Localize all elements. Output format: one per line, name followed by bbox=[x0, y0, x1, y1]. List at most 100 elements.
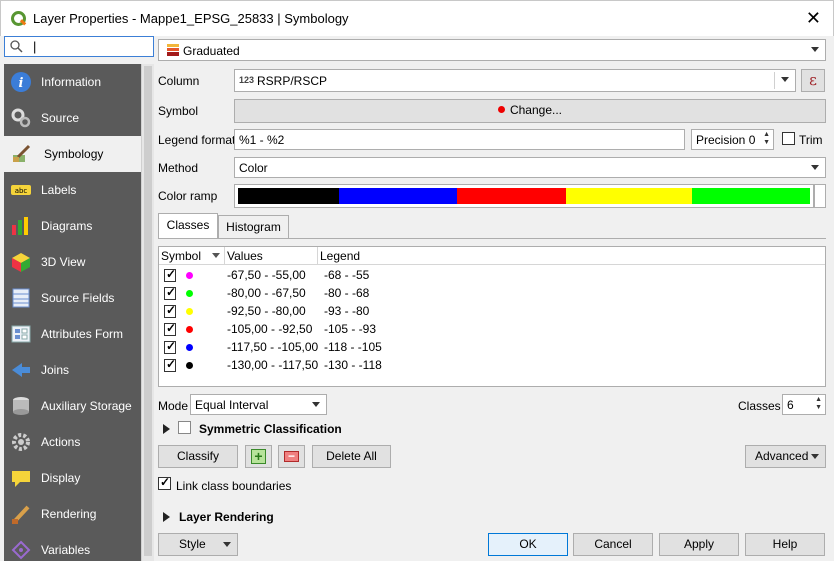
symmetric-classification-checkbox[interactable] bbox=[178, 421, 191, 434]
sidebar-scrollbar[interactable] bbox=[141, 64, 154, 561]
class-values[interactable]: -80,00 - -67,50 bbox=[227, 286, 306, 300]
title-bar: Layer Properties - Mappe1_EPSG_25833 | S… bbox=[0, 0, 834, 36]
column-select[interactable]: 123 RSRP/RSCP bbox=[234, 69, 796, 92]
sidebar-item-label: Variables bbox=[41, 543, 91, 557]
sidebar-item-symbology[interactable]: Symbology bbox=[4, 136, 141, 172]
search-input[interactable]: | bbox=[4, 36, 154, 57]
sidebar-item-labels[interactable]: abc Labels bbox=[4, 172, 141, 208]
class-values[interactable]: -67,50 - -55,00 bbox=[227, 268, 306, 282]
sidebar-item-variables[interactable]: Variables bbox=[4, 532, 141, 561]
class-visibility-checkbox[interactable] bbox=[164, 339, 176, 354]
sidebar-item-rendering[interactable]: Rendering bbox=[4, 496, 141, 532]
table-row[interactable]: -67,50 - -55,00 -68 - -55 bbox=[159, 266, 825, 284]
advanced-button[interactable]: Advanced bbox=[745, 445, 826, 468]
column-header-values[interactable]: Values bbox=[225, 247, 318, 265]
class-visibility-checkbox[interactable] bbox=[164, 267, 176, 282]
color-ramp-preview bbox=[238, 188, 810, 204]
source-icon bbox=[11, 108, 31, 128]
column-header-symbol[interactable]: Symbol bbox=[159, 247, 225, 265]
delete-all-button[interactable]: Delete All bbox=[312, 445, 391, 468]
column-label: Column bbox=[158, 74, 200, 88]
class-symbol-icon bbox=[186, 272, 193, 279]
classify-button[interactable]: Classify bbox=[158, 445, 238, 468]
sidebar-item-information[interactable]: i Information bbox=[4, 64, 141, 100]
link-class-boundaries-label: Link class boundaries bbox=[176, 479, 292, 493]
sidebar-item-actions[interactable]: Actions bbox=[4, 424, 141, 460]
class-legend[interactable]: -105 - -93 bbox=[324, 322, 376, 336]
color-ramp-dropdown-button[interactable] bbox=[814, 184, 826, 208]
joins-icon bbox=[12, 363, 30, 377]
class-legend[interactable]: -68 - -55 bbox=[324, 268, 369, 282]
spin-arrows-icon[interactable]: ▲ ▼ bbox=[815, 396, 822, 412]
layer-rendering-label: Layer Rendering bbox=[179, 510, 274, 524]
class-legend[interactable]: -80 - -68 bbox=[324, 286, 369, 300]
table-row[interactable]: -105,00 - -92,50 -105 - -93 bbox=[159, 320, 825, 338]
expand-arrow-icon[interactable] bbox=[163, 424, 170, 434]
remove-class-button[interactable]: − bbox=[278, 445, 305, 468]
table-row[interactable]: -130,00 - -117,50 -130 - -118 bbox=[159, 356, 825, 374]
tab-histogram[interactable]: Histogram bbox=[218, 215, 289, 238]
close-icon[interactable]: ✕ bbox=[806, 8, 821, 28]
column-header-label: Symbol bbox=[161, 249, 202, 263]
class-visibility-checkbox[interactable] bbox=[164, 357, 176, 372]
renderer-type-value: Graduated bbox=[183, 44, 240, 58]
chevron-down-icon bbox=[811, 47, 819, 52]
class-visibility-checkbox[interactable] bbox=[164, 303, 176, 318]
sidebar-item-label: Labels bbox=[41, 183, 77, 197]
symbol-preview-icon bbox=[497, 106, 505, 113]
ok-button[interactable]: OK bbox=[488, 533, 568, 556]
class-values[interactable]: -92,50 - -80,00 bbox=[227, 304, 306, 318]
column-header-legend[interactable]: Legend bbox=[318, 247, 825, 265]
method-label: Method bbox=[158, 161, 199, 175]
classes-count-spinbox[interactable]: 6 ▲ ▼ bbox=[782, 394, 826, 415]
expand-arrow-icon[interactable] bbox=[163, 512, 170, 522]
style-button[interactable]: Style bbox=[158, 533, 238, 556]
classes-table[interactable]: Symbol Values Legend -67,50 - -55,00 -68 … bbox=[158, 246, 826, 387]
classes-count-label: Classes bbox=[738, 399, 781, 413]
class-legend[interactable]: -118 - -105 bbox=[324, 340, 382, 354]
renderer-type-select[interactable]: Graduated bbox=[158, 39, 826, 61]
sidebar: i Information Source Symbology abc Label… bbox=[4, 64, 141, 561]
class-legend[interactable]: -130 - -118 bbox=[324, 358, 382, 372]
table-row[interactable]: -80,00 - -67,50 -80 - -68 bbox=[159, 284, 825, 302]
sidebar-scrollbar-thumb[interactable] bbox=[144, 66, 152, 556]
sidebar-item-3d-view[interactable]: 3D View bbox=[4, 244, 141, 280]
class-symbol-icon bbox=[186, 326, 193, 333]
combo-divider bbox=[774, 72, 775, 89]
apply-button[interactable]: Apply bbox=[659, 533, 739, 556]
mode-select[interactable]: Equal Interval bbox=[190, 394, 327, 415]
chevron-down-icon bbox=[811, 165, 819, 170]
add-class-button[interactable]: + bbox=[245, 445, 272, 468]
class-visibility-checkbox[interactable] bbox=[164, 321, 176, 336]
precision-spinbox[interactable]: Precision 0 ▲ ▼ bbox=[691, 129, 774, 150]
method-select[interactable]: Color bbox=[234, 157, 826, 178]
sidebar-item-display[interactable]: Display bbox=[4, 460, 141, 496]
class-visibility-checkbox[interactable] bbox=[164, 285, 176, 300]
spin-arrows-icon[interactable]: ▲ ▼ bbox=[763, 131, 770, 147]
sidebar-item-diagrams[interactable]: Diagrams bbox=[4, 208, 141, 244]
class-values[interactable]: -117,50 - -105,00 bbox=[227, 340, 318, 354]
tab-classes[interactable]: Classes bbox=[158, 213, 218, 238]
table-row[interactable]: -92,50 - -80,00 -93 - -80 bbox=[159, 302, 825, 320]
legend-format-input[interactable]: %1 - %2 bbox=[234, 129, 685, 150]
trim-checkbox[interactable] bbox=[782, 132, 795, 145]
table-row[interactable]: -117,50 - -105,00 -118 - -105 bbox=[159, 338, 825, 356]
add-class-icon: + bbox=[251, 449, 266, 464]
sidebar-item-source-fields[interactable]: Source Fields bbox=[4, 280, 141, 316]
change-symbol-button[interactable]: Change... bbox=[234, 99, 826, 123]
sidebar-item-joins[interactable]: Joins bbox=[4, 352, 141, 388]
mode-label: Mode bbox=[158, 399, 189, 413]
sidebar-item-attributes-form[interactable]: Attributes Form bbox=[4, 316, 141, 352]
class-values[interactable]: -105,00 - -92,50 bbox=[227, 322, 312, 336]
class-legend[interactable]: -93 - -80 bbox=[324, 304, 369, 318]
link-class-boundaries-checkbox[interactable] bbox=[158, 475, 171, 490]
help-button[interactable]: Help bbox=[745, 533, 825, 556]
class-values[interactable]: -130,00 - -117,50 bbox=[227, 358, 318, 372]
method-value: Color bbox=[239, 161, 268, 175]
ramp-stop bbox=[339, 188, 457, 204]
sidebar-item-auxiliary-storage[interactable]: Auxiliary Storage bbox=[4, 388, 141, 424]
sidebar-item-source[interactable]: Source bbox=[4, 100, 141, 136]
expression-button[interactable]: ε bbox=[801, 69, 825, 92]
sidebar-item-label: Joins bbox=[41, 363, 70, 377]
cancel-button[interactable]: Cancel bbox=[573, 533, 653, 556]
